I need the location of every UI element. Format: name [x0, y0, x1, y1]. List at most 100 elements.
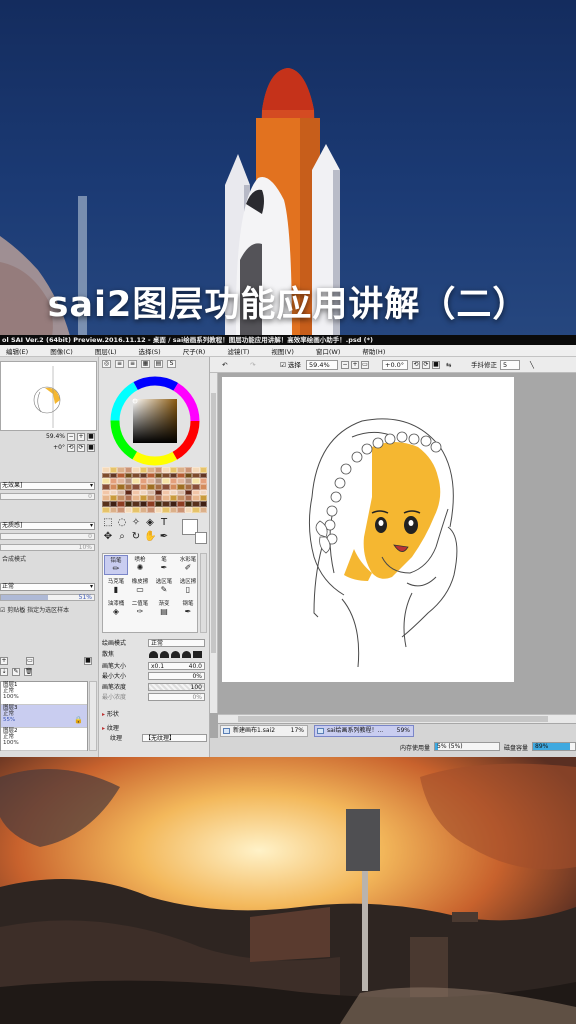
- texture-percent-slider[interactable]: 10%: [0, 544, 95, 551]
- palette-swatch[interactable]: [199, 506, 207, 513]
- brush-tool-gradient[interactable]: 渐变 ▤: [152, 599, 176, 619]
- text-tool-icon[interactable]: T: [158, 517, 170, 529]
- brush-tool-marker[interactable]: 马克笔 ▮: [104, 577, 128, 597]
- stabilizer-select[interactable]: 5: [500, 360, 520, 370]
- color-grid-tab-icon[interactable]: ▦: [141, 360, 150, 368]
- delete-layer-button[interactable]: 🗑: [24, 668, 33, 676]
- eyedropper-icon[interactable]: ✒: [158, 531, 170, 543]
- magic-wand-icon[interactable]: ✧: [130, 517, 142, 529]
- brush-tool-select-eraser[interactable]: 选区擦 ▯: [176, 577, 200, 597]
- palette-swatch[interactable]: [109, 506, 117, 513]
- zoom-out-button[interactable]: −: [67, 432, 75, 441]
- section-texture[interactable]: 纹理: [102, 723, 119, 732]
- lock-icon[interactable]: 🔒: [74, 717, 83, 724]
- merge-layer-button[interactable]: ⇣: [0, 668, 8, 676]
- paint-mode-dropdown[interactable]: 正常: [148, 639, 205, 647]
- scratchpad-tab-icon[interactable]: S: [167, 360, 176, 368]
- doc-tab[interactable]: 新建画布1.sai2 17%: [220, 725, 308, 737]
- brush-tool-pencil[interactable]: 铅笔 ✏: [104, 555, 128, 575]
- navigator-preview[interactable]: [0, 361, 97, 431]
- canvas-rotate-right-button[interactable]: ⟳: [422, 361, 430, 369]
- zoom-tool-icon[interactable]: ⌕: [116, 531, 128, 543]
- canvas-rotate-left-button[interactable]: ⟲: [412, 361, 420, 369]
- color-wheel-tab-icon[interactable]: ◎: [102, 360, 111, 368]
- menu-view[interactable]: 视图(V): [271, 346, 294, 356]
- layer-row[interactable]: 图层1 正常 100%: [1, 682, 87, 705]
- pen-pressure-icon[interactable]: ╲: [530, 360, 534, 370]
- clear-layer-button[interactable]: ✎: [12, 668, 20, 676]
- select-toggle[interactable]: ☑ 选择: [280, 360, 301, 370]
- density-slider[interactable]: 100: [148, 683, 205, 691]
- color-palette[interactable]: [102, 467, 207, 513]
- layer-blend-dropdown[interactable]: 正常: [0, 583, 95, 591]
- brush-tool-watercolor[interactable]: 水彩笔 ✐: [176, 555, 200, 575]
- lasso-icon[interactable]: ◌: [116, 517, 128, 529]
- brush-tool-airbrush[interactable]: 喷枪 ✺: [128, 555, 152, 575]
- palette-swatch[interactable]: [124, 506, 132, 513]
- flip-icon[interactable]: ⇆: [446, 360, 451, 370]
- secondary-color-swatch[interactable]: [195, 532, 207, 544]
- palette-swatch[interactable]: [169, 506, 177, 513]
- select-rect-icon[interactable]: ⬚: [102, 517, 114, 529]
- palette-swatch[interactable]: [117, 506, 125, 513]
- color-wheel[interactable]: [109, 375, 201, 467]
- palette-swatch[interactable]: [177, 506, 185, 513]
- canvas-zoom-in-button[interactable]: +: [351, 361, 359, 369]
- canvas-paper[interactable]: [222, 377, 514, 682]
- menu-ruler[interactable]: 尺子(R): [183, 346, 206, 356]
- brush-tool-binary-pen[interactable]: 二值笔 ✑: [128, 599, 152, 619]
- swatch-tab-icon[interactable]: ▤: [154, 360, 163, 368]
- doc-tab-active[interactable]: sai绘画系列教程！... 59%: [314, 725, 414, 737]
- palette-swatch[interactable]: [102, 506, 110, 513]
- canvas-fit-button[interactable]: ▭: [361, 361, 369, 369]
- fill-icon[interactable]: ◈: [144, 517, 156, 529]
- palette-swatch[interactable]: [192, 506, 200, 513]
- menu-select[interactable]: 选择(S): [139, 346, 161, 356]
- canvas-rotate-reset-button[interactable]: ■: [432, 361, 440, 369]
- canvas-horizontal-scrollbar[interactable]: [218, 714, 576, 723]
- rgb-slider-tab-icon[interactable]: ≡: [115, 360, 124, 368]
- palette-swatch[interactable]: [184, 506, 192, 513]
- zoom-in-button[interactable]: +: [77, 432, 85, 441]
- canvas-angle-select[interactable]: +0.0°: [382, 360, 408, 370]
- brush-tool-select-pen[interactable]: 选区笔 ✎: [152, 577, 176, 597]
- layer-opacity-slider[interactable]: 51%: [0, 594, 95, 601]
- canvas-zoom-select[interactable]: 59.4%: [306, 360, 338, 370]
- rotate-left-button[interactable]: ⟲: [67, 443, 75, 452]
- new-layer-button[interactable]: +: [0, 657, 8, 665]
- brush-tool-eraser[interactable]: 橡皮擦 ▭: [128, 577, 152, 597]
- layer-list-scrollbar[interactable]: [89, 681, 97, 751]
- brush-tool-fountain-pen[interactable]: 钢笔 ✒: [176, 599, 200, 619]
- hsv-slider-tab-icon[interactable]: ≡: [128, 360, 137, 368]
- menu-filter[interactable]: 滤镜(T): [227, 346, 249, 356]
- redo-icon[interactable]: ↷: [250, 360, 255, 370]
- menu-layer[interactable]: 图层(L): [95, 346, 117, 356]
- menu-window[interactable]: 窗口(W): [316, 346, 341, 356]
- section-shape[interactable]: 形状: [102, 709, 119, 718]
- rotate-tool-icon[interactable]: ↻: [130, 531, 142, 543]
- layer-menu-button[interactable]: ■: [84, 657, 92, 665]
- menu-help[interactable]: 帮助(H): [362, 346, 385, 356]
- palette-swatch[interactable]: [154, 506, 162, 513]
- rotate-reset-button[interactable]: ■: [87, 443, 95, 452]
- rotate-right-button[interactable]: ⟳: [77, 443, 85, 452]
- min-density-slider[interactable]: 0%: [148, 693, 205, 701]
- sample-checkbox[interactable]: ○ 指定为选区样本: [20, 605, 69, 614]
- texture-select[interactable]: 【无纹理】: [142, 734, 207, 742]
- effect-strength-slider[interactable]: 0: [0, 493, 95, 500]
- texture-dropdown[interactable]: 无质感]: [0, 522, 95, 530]
- menu-edit[interactable]: 编辑(E): [6, 346, 28, 356]
- zoom-reset-button[interactable]: ■: [87, 432, 95, 441]
- texture-strength-slider[interactable]: 0: [0, 533, 95, 540]
- palette-swatch[interactable]: [147, 506, 155, 513]
- brush-tool-pen[interactable]: 笔 ✒: [152, 555, 176, 575]
- canvas-vertical-scrollbar[interactable]: [210, 373, 218, 713]
- canvas-zoom-out-button[interactable]: −: [341, 361, 349, 369]
- brush-tool-bucket[interactable]: 油漆桶 ◈: [104, 599, 128, 619]
- hand-tool-icon[interactable]: ✋: [144, 531, 156, 543]
- menu-image[interactable]: 图像(C): [50, 346, 73, 356]
- palette-swatch[interactable]: [132, 506, 140, 513]
- undo-icon[interactable]: ↶: [222, 360, 227, 370]
- layer-row[interactable]: 图层2 正常 100%: [1, 728, 87, 751]
- new-folder-button[interactable]: ▭: [26, 657, 34, 665]
